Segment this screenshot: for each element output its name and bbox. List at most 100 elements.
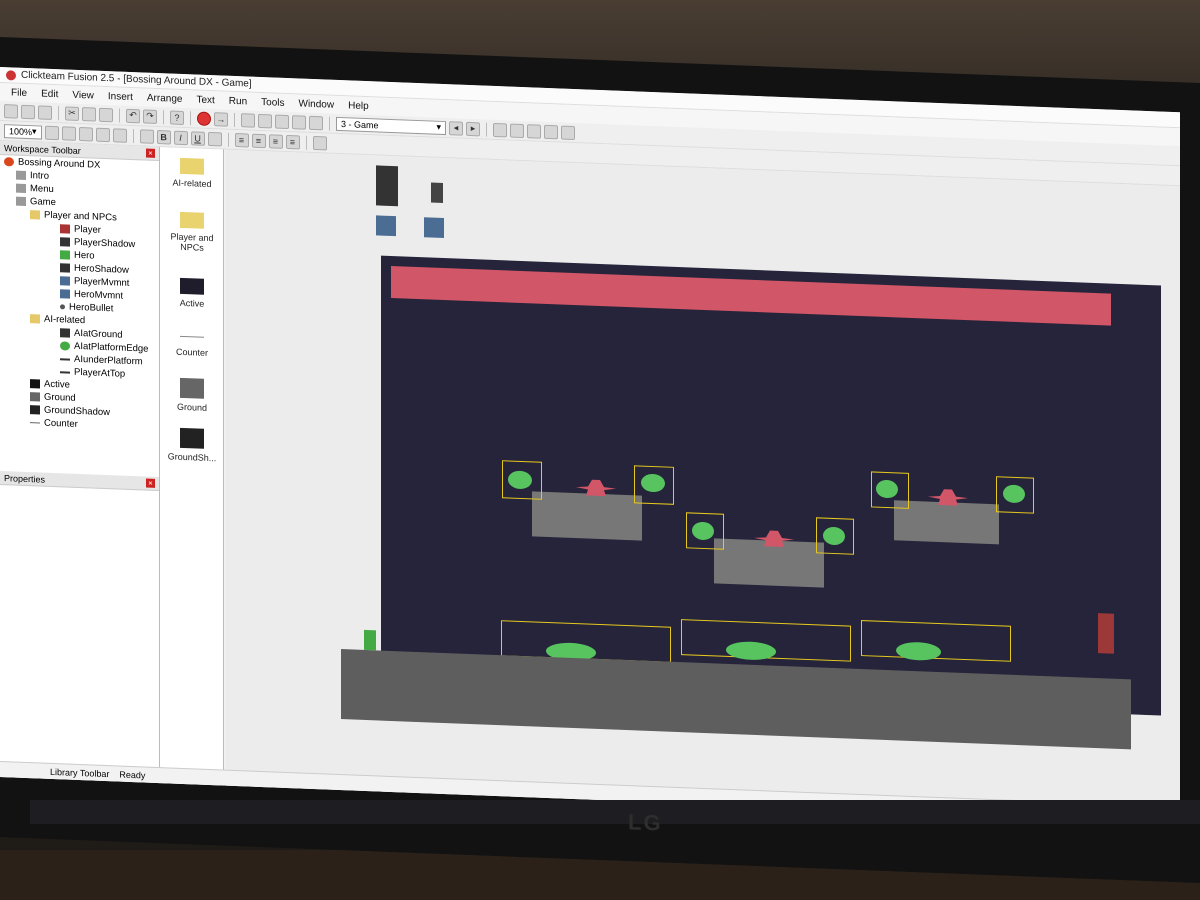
redo-icon[interactable]: ↷ xyxy=(143,108,157,124)
copy-icon[interactable] xyxy=(82,106,96,122)
toolbar-divider xyxy=(486,122,487,137)
player-sprite[interactable] xyxy=(376,165,398,207)
enemy-sprite[interactable] xyxy=(576,477,616,497)
screen: Clickteam Fusion 2.5 - [Bossing Around D… xyxy=(0,66,1180,823)
folder-icon xyxy=(180,211,204,229)
platform[interactable] xyxy=(894,500,999,545)
folder-icon xyxy=(30,210,40,220)
frame-selector[interactable]: 3 - Game ▾ xyxy=(336,116,446,135)
tree-item-label: HeroMvmnt xyxy=(74,288,124,302)
hand-tool-icon[interactable] xyxy=(44,125,59,140)
underline-button[interactable]: U xyxy=(190,130,205,146)
object-label: Ground xyxy=(176,401,208,413)
bush xyxy=(876,479,898,499)
object-ground-shadow[interactable]: GroundSh... xyxy=(160,427,224,463)
menu-file[interactable]: File xyxy=(4,87,34,99)
data-elements-icon[interactable] xyxy=(309,115,323,130)
platform[interactable] xyxy=(532,491,642,541)
object-ai-related[interactable]: AI-related xyxy=(160,157,224,189)
menu-tools[interactable]: Tools xyxy=(254,96,291,108)
chevron-down-icon: ▾ xyxy=(32,126,37,137)
fill-color-icon[interactable] xyxy=(207,131,222,146)
italic-button[interactable]: I xyxy=(173,130,188,145)
view-mode-3-icon[interactable] xyxy=(112,127,127,143)
object-player-and-npcs[interactable]: Player and NPCs xyxy=(160,211,224,253)
forward-icon[interactable]: → xyxy=(214,111,228,127)
previous-frame-icon[interactable]: ◂ xyxy=(449,120,463,136)
storyboard-icon[interactable] xyxy=(241,112,255,128)
open-folder-icon[interactable] xyxy=(21,104,35,119)
workspace-panel: Workspace Toolbar × Bossing Around DX In… xyxy=(0,140,160,478)
tree-item-label: HeroBullet xyxy=(69,301,114,315)
player-top-icon xyxy=(60,370,70,374)
justify-icon[interactable]: ≡ xyxy=(285,134,300,149)
menu-arrange[interactable]: Arrange xyxy=(140,92,190,105)
select-tool-icon[interactable] xyxy=(139,128,154,144)
object-ground[interactable]: Ground xyxy=(160,377,224,413)
frame-editor-icon[interactable] xyxy=(258,113,272,128)
align-right-icon[interactable]: ≡ xyxy=(268,133,283,149)
enemy-sprite[interactable] xyxy=(928,487,968,507)
hero-icon xyxy=(60,250,70,260)
frame-selector-value: 3 - Game xyxy=(341,118,379,130)
menu-edit[interactable]: Edit xyxy=(34,88,65,100)
snap-icon[interactable] xyxy=(510,123,524,138)
event-editor-icon[interactable] xyxy=(275,114,289,129)
cut-icon[interactable]: ✂ xyxy=(65,105,79,121)
run-frame-icon[interactable] xyxy=(544,124,558,139)
view-mode-2-icon[interactable] xyxy=(95,127,110,142)
bold-button[interactable]: B xyxy=(156,129,171,145)
toolbar-divider xyxy=(329,116,330,131)
chevron-down-icon: ▾ xyxy=(436,121,441,132)
tree-item-label: HeroShadow xyxy=(74,262,129,276)
paste-icon[interactable] xyxy=(99,107,113,122)
help-icon[interactable]: ? xyxy=(170,109,184,125)
menu-view[interactable]: View xyxy=(65,89,101,101)
new-file-icon[interactable] xyxy=(4,103,18,119)
save-icon[interactable] xyxy=(38,104,52,120)
object-active[interactable]: Active xyxy=(160,277,224,309)
movement-icon xyxy=(60,289,70,299)
properties-title: Properties xyxy=(4,472,46,485)
player-icon xyxy=(60,224,70,234)
layers-icon[interactable] xyxy=(527,123,541,139)
object-list-panel: AI-related Player and NPCs Active Counte… xyxy=(160,147,224,800)
frame-editor-canvas[interactable] xyxy=(226,149,1180,823)
tree-item-label: AI-related xyxy=(44,313,86,327)
hero-sprite[interactable] xyxy=(431,182,443,203)
align-center-icon[interactable]: ≡ xyxy=(251,133,266,148)
player-start-sprite[interactable] xyxy=(1098,613,1114,654)
monitor-brand: LG xyxy=(628,809,663,836)
hero-start-sprite[interactable] xyxy=(364,629,376,651)
tree-item-label: Hero xyxy=(74,249,95,262)
align-left-icon[interactable]: ≡ xyxy=(234,132,249,147)
object-counter[interactable]: Counter xyxy=(160,327,224,358)
library-toolbar-tab[interactable]: Library Toolbar xyxy=(50,766,109,778)
menu-window[interactable]: Window xyxy=(292,98,342,111)
ground-shadow-icon xyxy=(180,427,204,449)
view-mode-1-icon[interactable] xyxy=(78,126,93,142)
grid-icon[interactable] xyxy=(493,122,507,137)
menu-insert[interactable]: Insert xyxy=(101,90,140,103)
pencil-tool-icon[interactable] xyxy=(61,125,76,141)
menu-help[interactable]: Help xyxy=(341,100,376,112)
object-label: GroundSh... xyxy=(167,451,217,464)
build-icon[interactable] xyxy=(561,125,575,140)
hero-movement-icon[interactable] xyxy=(424,217,444,239)
hero-shadow-icon xyxy=(60,263,70,273)
player-movement-icon[interactable] xyxy=(376,215,396,237)
menu-text[interactable]: Text xyxy=(189,94,221,106)
bullet-icon xyxy=(60,304,65,310)
photo-scene: Clickteam Fusion 2.5 - [Bossing Around D… xyxy=(0,0,1200,900)
next-frame-icon[interactable]: ▸ xyxy=(466,121,480,136)
close-icon[interactable]: × xyxy=(146,148,155,158)
close-icon[interactable]: × xyxy=(146,478,155,488)
undo-icon[interactable]: ↶ xyxy=(126,108,140,123)
zoom-select[interactable]: 100% ▾ xyxy=(4,123,42,140)
enemy-sprite[interactable] xyxy=(754,528,794,548)
fit-frame-icon[interactable] xyxy=(312,135,327,150)
windows-taskbar xyxy=(30,800,1200,824)
stop-icon[interactable] xyxy=(197,111,211,126)
menu-run[interactable]: Run xyxy=(222,95,254,107)
event-list-icon[interactable] xyxy=(292,114,306,130)
